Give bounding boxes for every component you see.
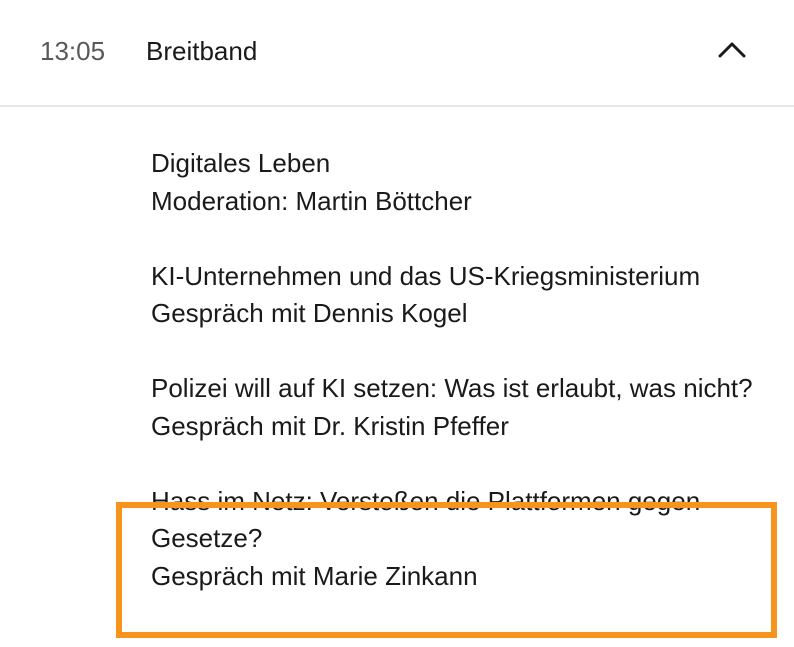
segment-subtitle: Gespräch mit Dr. Kristin Pfeffer bbox=[151, 410, 509, 441]
segment-item: KI-Unternehmen und das US-Kriegsminister… bbox=[151, 258, 771, 333]
segment-subtitle: Moderation: Martin Böttcher bbox=[151, 185, 472, 216]
chevron-up-icon bbox=[718, 42, 746, 58]
program-details: Digitales Leben Moderation: Martin Böttc… bbox=[151, 145, 771, 633]
segment-title: KI-Unternehmen und das US-Kriegsminister… bbox=[151, 260, 701, 291]
segment-subtitle: Gespräch mit Dennis Kogel bbox=[151, 298, 468, 328]
segment-title: Digitales Leben bbox=[151, 148, 331, 178]
segment-title: Hass im Netz: Verstoßen die Plattformen … bbox=[151, 485, 701, 554]
segment-subtitle: Gespräch mit Marie Zinkann bbox=[151, 560, 478, 591]
segment-item: Digitales Leben Moderation: Martin Böttc… bbox=[151, 145, 771, 220]
segment-item-highlighted: Hass im Netz: Verstoßen die Plattformen … bbox=[151, 483, 771, 596]
collapse-toggle-button[interactable] bbox=[712, 30, 752, 70]
broadcast-time: 13:05 bbox=[40, 36, 106, 66]
show-title: Breitband bbox=[146, 36, 258, 66]
segment-title: Polizei will auf KI setzen: Was ist erla… bbox=[151, 373, 753, 403]
program-header[interactable]: 13:05 Breitband bbox=[0, 0, 794, 107]
segment-item: Polizei will auf KI setzen: Was ist erla… bbox=[151, 370, 771, 445]
